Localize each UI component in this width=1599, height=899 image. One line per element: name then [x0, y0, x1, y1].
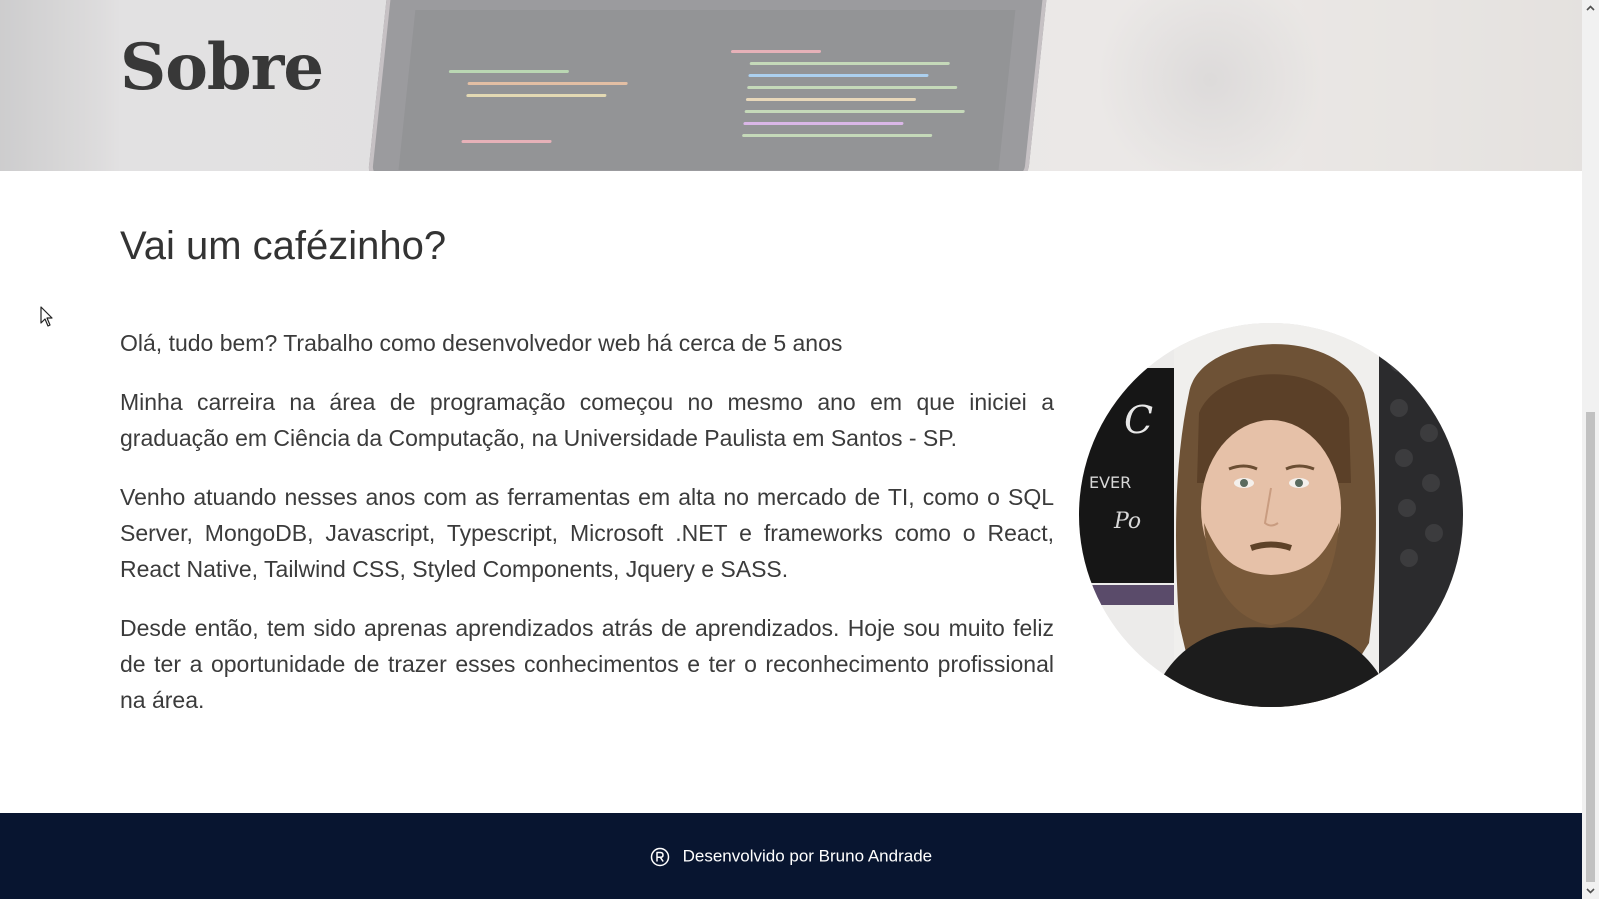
scroll-up-arrow-icon[interactable] [1585, 3, 1596, 14]
profile-photo-illustration: C EVER Po [1079, 323, 1463, 707]
mouse-cursor-icon [40, 306, 53, 327]
about-paragraph: Desde então, tem sido aprenas aprendizad… [120, 615, 1054, 713]
scrollbar-thumb[interactable] [1586, 412, 1595, 882]
profile-photo: C EVER Po [1079, 323, 1463, 707]
hero-banner: Sobre [0, 0, 1582, 171]
footer-text: Desenvolvido por Bruno Andrade [682, 846, 933, 866]
page: Sobre Vai um cafézinho? Olá, tudo bem? T… [0, 0, 1582, 899]
svg-text:Po: Po [1113, 509, 1141, 534]
registered-icon [650, 847, 670, 866]
page-title: Sobre [120, 30, 324, 105]
svg-text:EVER: EVER [1089, 473, 1131, 492]
footer: Desenvolvido por Bruno Andrade [0, 813, 1582, 899]
vertical-scrollbar[interactable] [1582, 0, 1599, 899]
about-paragraph: Minha carreira na área de programação co… [120, 389, 1054, 451]
about-paragraph: Olá, tudo bem? Trabalho como desenvolved… [120, 330, 843, 356]
svg-text:C: C [1124, 398, 1153, 442]
footer-credit: Desenvolvido por Bruno Andrade [0, 845, 1582, 868]
about-paragraph: Venho atuando nesses anos com as ferrame… [120, 484, 1054, 582]
about-heading: Vai um cafézinho? [120, 224, 447, 268]
scroll-down-arrow-icon[interactable] [1585, 885, 1596, 896]
